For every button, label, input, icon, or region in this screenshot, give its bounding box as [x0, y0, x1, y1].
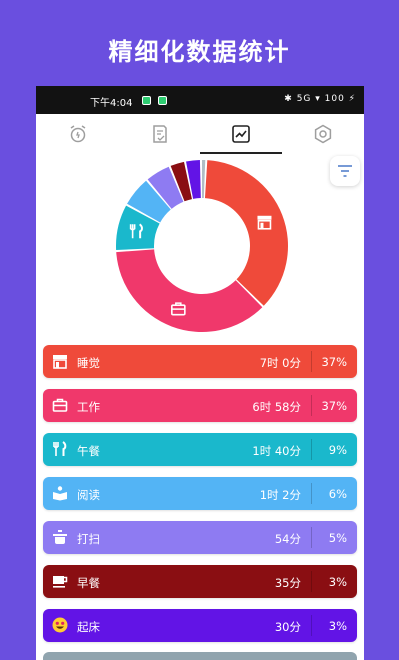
- system-status-icons: ✱ 5G ▾ 100 ⚡: [284, 94, 356, 104]
- divider: [311, 615, 312, 636]
- phone-screen: 下午4:04 ✱ 5G ▾ 100 ⚡ 睡觉 7时 0分 37% 工作 6时 5…: [36, 86, 364, 660]
- tab-statistics[interactable]: [229, 122, 253, 146]
- activity-duration: 35分: [274, 576, 301, 590]
- smiley-icon: [51, 616, 69, 634]
- activity-name: 睡觉: [77, 356, 100, 370]
- notification-icon: [142, 96, 151, 105]
- tab-bar: [36, 114, 364, 154]
- activity-duration: 54分: [274, 532, 301, 546]
- activity-name: 起床: [77, 620, 100, 634]
- reading-icon: [51, 484, 69, 502]
- activity-list: 睡觉 7时 0分 37% 工作 6时 58分 37% 午餐 1时 40分 9% 阅读 1时 2分 6%…: [43, 345, 357, 653]
- donut-slice-7: [201, 160, 206, 199]
- list-item[interactable]: 睡觉 7时 0分 37%: [43, 345, 357, 378]
- activity-duration: 1时 2分: [259, 488, 301, 502]
- list-item-partial[interactable]: [43, 652, 357, 660]
- activity-duration: 30分: [274, 620, 301, 634]
- activity-name: 阅读: [77, 488, 100, 502]
- activity-duration: 6时 58分: [252, 400, 301, 414]
- activity-name: 午餐: [77, 444, 100, 458]
- filter-button[interactable]: [330, 156, 360, 186]
- donut-chart: [116, 160, 288, 332]
- activity-percent: 6%: [328, 487, 347, 501]
- divider: [311, 527, 312, 548]
- list-item[interactable]: 工作 6时 58分 37%: [43, 389, 357, 422]
- divider: [311, 395, 312, 416]
- pot-icon: [51, 528, 69, 546]
- activity-percent: 3%: [328, 619, 347, 633]
- activity-percent: 37%: [321, 355, 347, 369]
- store-icon: [51, 352, 69, 370]
- headline: 精细化数据统计: [108, 38, 291, 66]
- activity-percent: 9%: [328, 443, 347, 457]
- activity-duration: 1时 40分: [252, 444, 301, 458]
- list-item[interactable]: 起床 30分 3%: [43, 609, 357, 642]
- donut-slice-0: [204, 160, 288, 306]
- list-item[interactable]: 阅读 1时 2分 6%: [43, 477, 357, 510]
- divider: [311, 483, 312, 504]
- activity-duration: 7时 0分: [259, 356, 301, 370]
- briefcase-icon: [51, 396, 69, 414]
- alarm-clock-icon: [70, 125, 86, 143]
- activity-percent: 5%: [328, 531, 347, 545]
- filter-icon: [338, 165, 352, 177]
- tab-alarm[interactable]: [66, 122, 90, 146]
- divider: [311, 571, 312, 592]
- activity-percent: 3%: [328, 575, 347, 589]
- utensils-icon: [51, 440, 69, 458]
- activity-percent: 37%: [321, 399, 347, 413]
- coffee-icon: [51, 572, 69, 590]
- list-item[interactable]: 早餐 35分 3%: [43, 565, 357, 598]
- tab-settings[interactable]: [311, 122, 335, 146]
- active-tab-indicator: [200, 152, 282, 154]
- settings-icon: [314, 124, 332, 144]
- notification-icon-2: [158, 96, 167, 105]
- trend-chart-icon: [232, 125, 250, 143]
- divider: [311, 439, 312, 460]
- list-item[interactable]: 打扫 54分 5%: [43, 521, 357, 554]
- status-time: 下午4:04: [90, 98, 133, 109]
- activity-name: 打扫: [77, 532, 100, 546]
- activity-name: 早餐: [77, 576, 100, 590]
- notes-icon: [153, 125, 167, 143]
- list-item[interactable]: 午餐 1时 40分 9%: [43, 433, 357, 466]
- donut-slice-1: [116, 249, 263, 332]
- tab-notes[interactable]: [148, 122, 172, 146]
- status-bar: 下午4:04 ✱ 5G ▾ 100 ⚡: [36, 86, 364, 114]
- activity-name: 工作: [77, 400, 100, 414]
- divider: [311, 351, 312, 372]
